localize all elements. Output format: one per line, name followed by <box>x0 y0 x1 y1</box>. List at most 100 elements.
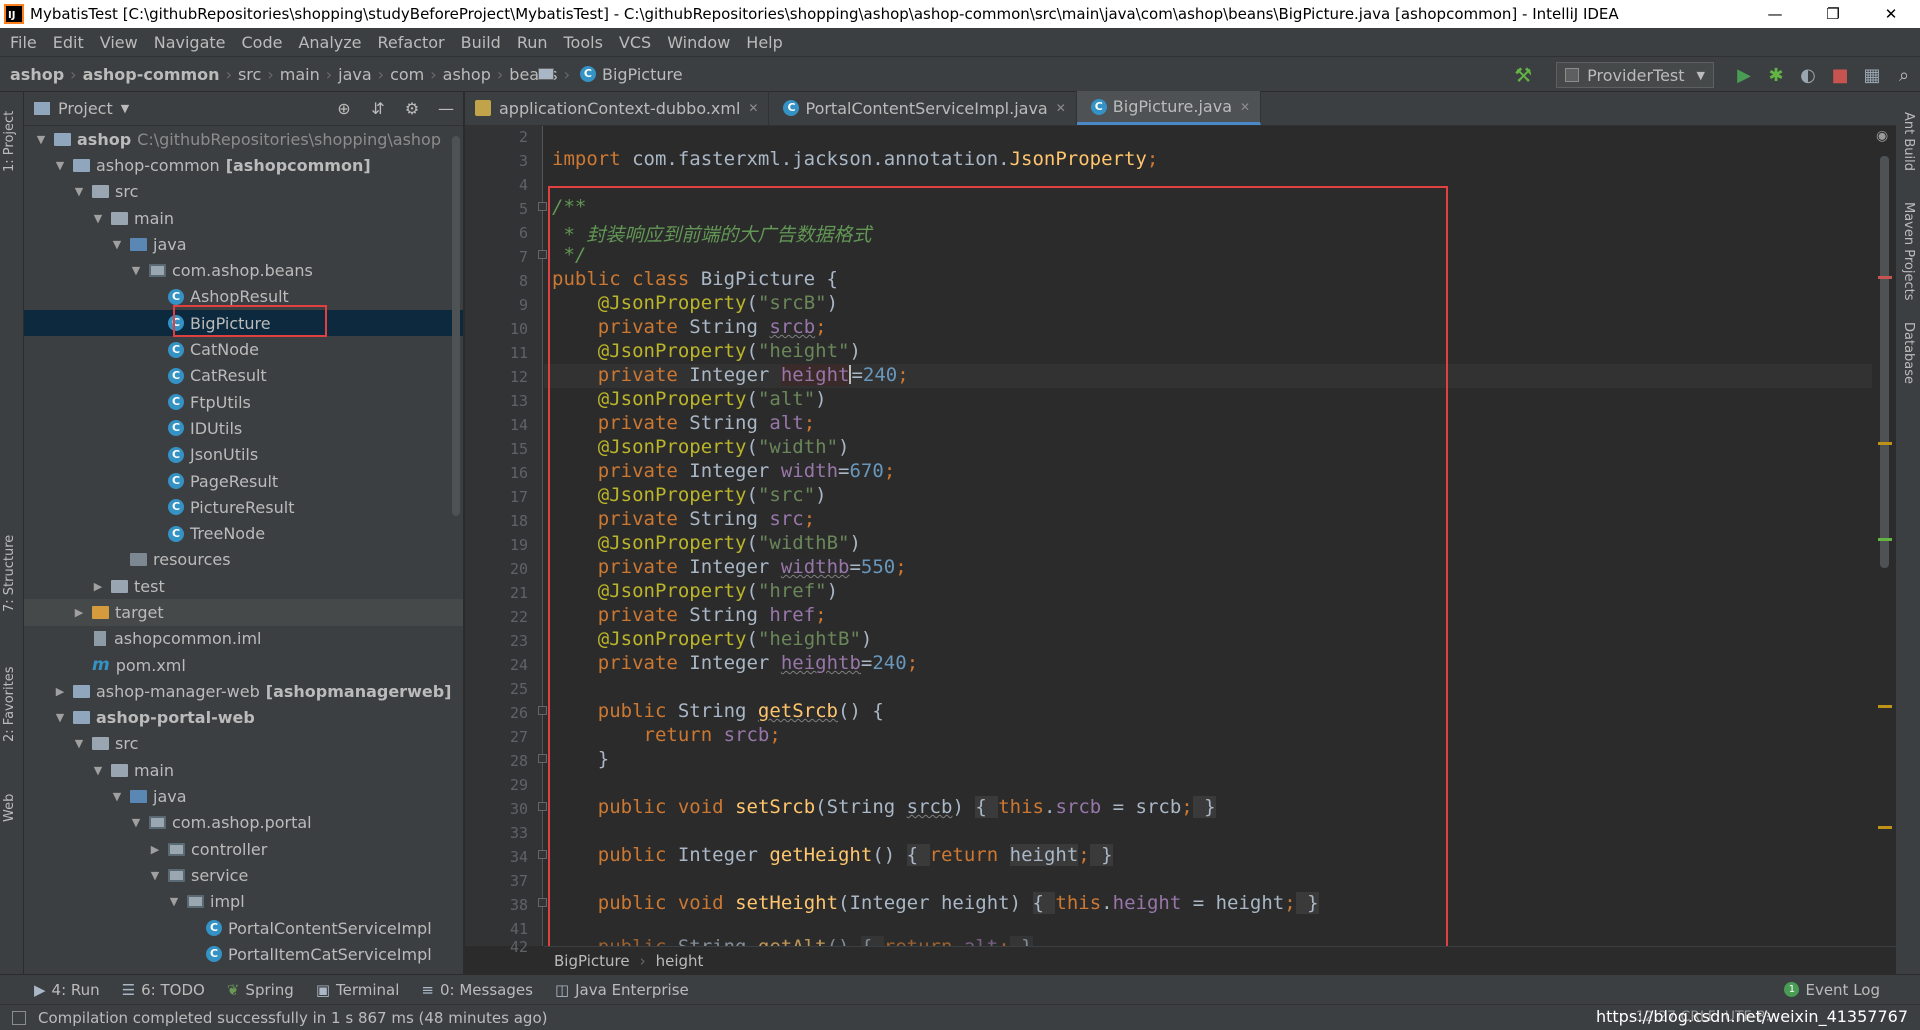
nav-crumb-bigpicture[interactable]: C BigPicture <box>576 65 683 84</box>
gear-icon[interactable]: ⚙ <box>395 99 429 118</box>
line-number[interactable]: 28 <box>478 752 528 770</box>
line-number[interactable]: 29 <box>478 776 528 794</box>
line-number[interactable]: 26 <box>478 704 528 722</box>
menu-help[interactable]: Help <box>738 33 790 52</box>
project-structure-icon[interactable]: ▦ <box>1856 65 1888 86</box>
line-number[interactable]: 13 <box>478 392 528 410</box>
tree-item[interactable]: ▶CTreeNode <box>24 520 463 546</box>
menu-window[interactable]: Window <box>659 33 738 52</box>
expand-arrow-icon[interactable]: ▼ <box>32 133 50 146</box>
expand-arrow-icon[interactable]: ▼ <box>146 869 164 882</box>
line-number[interactable]: 3 <box>478 152 528 170</box>
line-number[interactable]: 7 <box>478 248 528 266</box>
fold-marker-icon[interactable] <box>538 754 547 763</box>
tree-item[interactable]: ▼ ashop-common [ashopcommon] <box>24 152 463 178</box>
tree-item[interactable]: ▶ controller <box>24 836 463 862</box>
tree-item[interactable]: ▶ target <box>24 599 463 626</box>
expand-arrow-icon[interactable]: ▼ <box>70 737 88 750</box>
tree-item[interactable]: ▼ com.ashop.portal <box>24 810 463 836</box>
menu-refactor[interactable]: Refactor <box>370 33 453 52</box>
maven-projects-tool-tab[interactable]: Maven Projects <box>1901 202 1916 301</box>
expand-arrow-icon[interactable]: ▼ <box>89 764 107 777</box>
collapse-all-icon[interactable]: ⇵ <box>361 99 395 118</box>
nav-crumb-main[interactable]: main › <box>280 65 554 84</box>
breadcrumb-class[interactable]: BigPicture <box>554 952 630 970</box>
project-tool-tab[interactable]: 1: Project <box>2 111 17 172</box>
tree-item[interactable]: ▶CFtpUtils <box>24 389 463 415</box>
run-config-dropdown[interactable]: ProviderTest ▼ <box>1556 62 1714 88</box>
collapse-arrow-icon[interactable]: ▶ <box>89 580 107 593</box>
fold-marker-icon[interactable] <box>538 202 547 211</box>
expand-arrow-icon[interactable]: ▼ <box>89 212 107 225</box>
restore-icon[interactable]: ❐ <box>1804 0 1862 28</box>
change-stripe-marker[interactable] <box>1878 538 1892 541</box>
line-number[interactable]: 41 <box>478 920 528 938</box>
expand-arrow-icon[interactable]: ▼ <box>51 159 69 172</box>
line-number[interactable]: 30 <box>478 800 528 818</box>
tree-item[interactable]: ▶ashopcommon.iml <box>24 626 463 652</box>
nav-crumb-ashop-common[interactable]: ashop-common › <box>83 65 554 84</box>
hide-icon[interactable]: — <box>429 99 463 118</box>
menu-view[interactable]: View <box>92 33 146 52</box>
tool-todo[interactable]: ☰ 6: TODO <box>122 981 205 999</box>
expand-arrow-icon[interactable]: ▼ <box>51 711 69 724</box>
tree-item[interactable]: ▼ ashop C:\githubRepositories\shopping\ash… <box>24 126 463 152</box>
expand-arrow-icon[interactable]: ▼ <box>127 264 145 277</box>
line-number[interactable]: 15 <box>478 440 528 458</box>
tab-application-context[interactable]: applicationContext-dubbo.xml ✕ <box>465 91 770 125</box>
fold-marker-icon[interactable] <box>538 250 547 259</box>
menu-tools[interactable]: Tools <box>556 33 611 52</box>
chevron-down-icon[interactable]: ▼ <box>121 102 129 115</box>
event-log[interactable]: 1 Event Log <box>1784 981 1880 999</box>
structure-tool-tab[interactable]: 7: Structure <box>2 535 17 612</box>
warning-stripe-marker[interactable] <box>1878 826 1892 829</box>
line-number[interactable]: 21 <box>478 584 528 602</box>
web-tool-tab[interactable]: Web <box>2 794 17 822</box>
database-tool-tab[interactable]: Database <box>1901 322 1916 384</box>
fold-marker-icon[interactable] <box>538 706 547 715</box>
line-number[interactable]: 34 <box>478 848 528 866</box>
tree-item[interactable]: ▶mpom.xml <box>24 652 463 678</box>
build-hammer-icon[interactable]: ⚒ <box>1514 63 1532 87</box>
editor-scrollbar[interactable] <box>1880 156 1889 568</box>
tree-item[interactable]: ▼ java <box>24 231 463 257</box>
nav-crumb-ashop[interactable]: ashop › <box>10 65 554 84</box>
tool-spring[interactable]: ❦ Spring <box>227 981 294 999</box>
breadcrumb-field[interactable]: height <box>656 952 704 970</box>
tree-item[interactable]: ▶CCatNode <box>24 336 463 362</box>
search-icon[interactable]: ⌕ <box>1888 65 1920 86</box>
tree-item[interactable]: ▼ service <box>24 862 463 888</box>
line-number[interactable]: 12 <box>478 368 528 386</box>
close-icon[interactable]: ✕ <box>1056 101 1066 115</box>
coverage-icon[interactable]: ◐ <box>1792 65 1824 86</box>
tree-item[interactable]: ▼ src <box>24 731 463 757</box>
close-icon[interactable]: ✕ <box>748 101 758 115</box>
line-number[interactable]: 10 <box>478 320 528 338</box>
menu-analyze[interactable]: Analyze <box>290 33 369 52</box>
menu-edit[interactable]: Edit <box>45 33 92 52</box>
line-number[interactable]: 2 <box>478 128 528 146</box>
minimize-icon[interactable]: — <box>1746 0 1804 28</box>
line-number[interactable]: 5 <box>478 200 528 218</box>
line-number[interactable]: 16 <box>478 464 528 482</box>
menu-vcs[interactable]: VCS <box>611 33 659 52</box>
eye-icon[interactable]: ◉ <box>1876 128 1888 144</box>
line-number[interactable]: 4 <box>478 176 528 194</box>
tree-item[interactable]: ▶CJsonUtils <box>24 442 463 468</box>
expand-arrow-icon[interactable]: ▼ <box>70 185 88 198</box>
tool-terminal[interactable]: ▣ Terminal <box>316 981 400 999</box>
line-number[interactable]: 11 <box>478 344 528 362</box>
line-number[interactable]: 42 <box>478 938 528 956</box>
close-icon[interactable]: ✕ <box>1862 0 1920 28</box>
locate-icon[interactable]: ⊕ <box>327 99 361 118</box>
tree-item[interactable]: ▼ java <box>24 783 463 809</box>
line-number[interactable]: 9 <box>478 296 528 314</box>
menu-build[interactable]: Build <box>453 33 509 52</box>
line-number[interactable]: 19 <box>478 536 528 554</box>
expand-arrow-icon[interactable]: ▼ <box>127 816 145 829</box>
project-view-selector[interactable]: Project <box>58 99 113 118</box>
line-number[interactable]: 37 <box>478 872 528 890</box>
tool-java-enterprise[interactable]: ◫ Java Enterprise <box>555 981 689 999</box>
line-number[interactable]: 24 <box>478 656 528 674</box>
debug-icon[interactable]: ✱ <box>1760 65 1792 86</box>
